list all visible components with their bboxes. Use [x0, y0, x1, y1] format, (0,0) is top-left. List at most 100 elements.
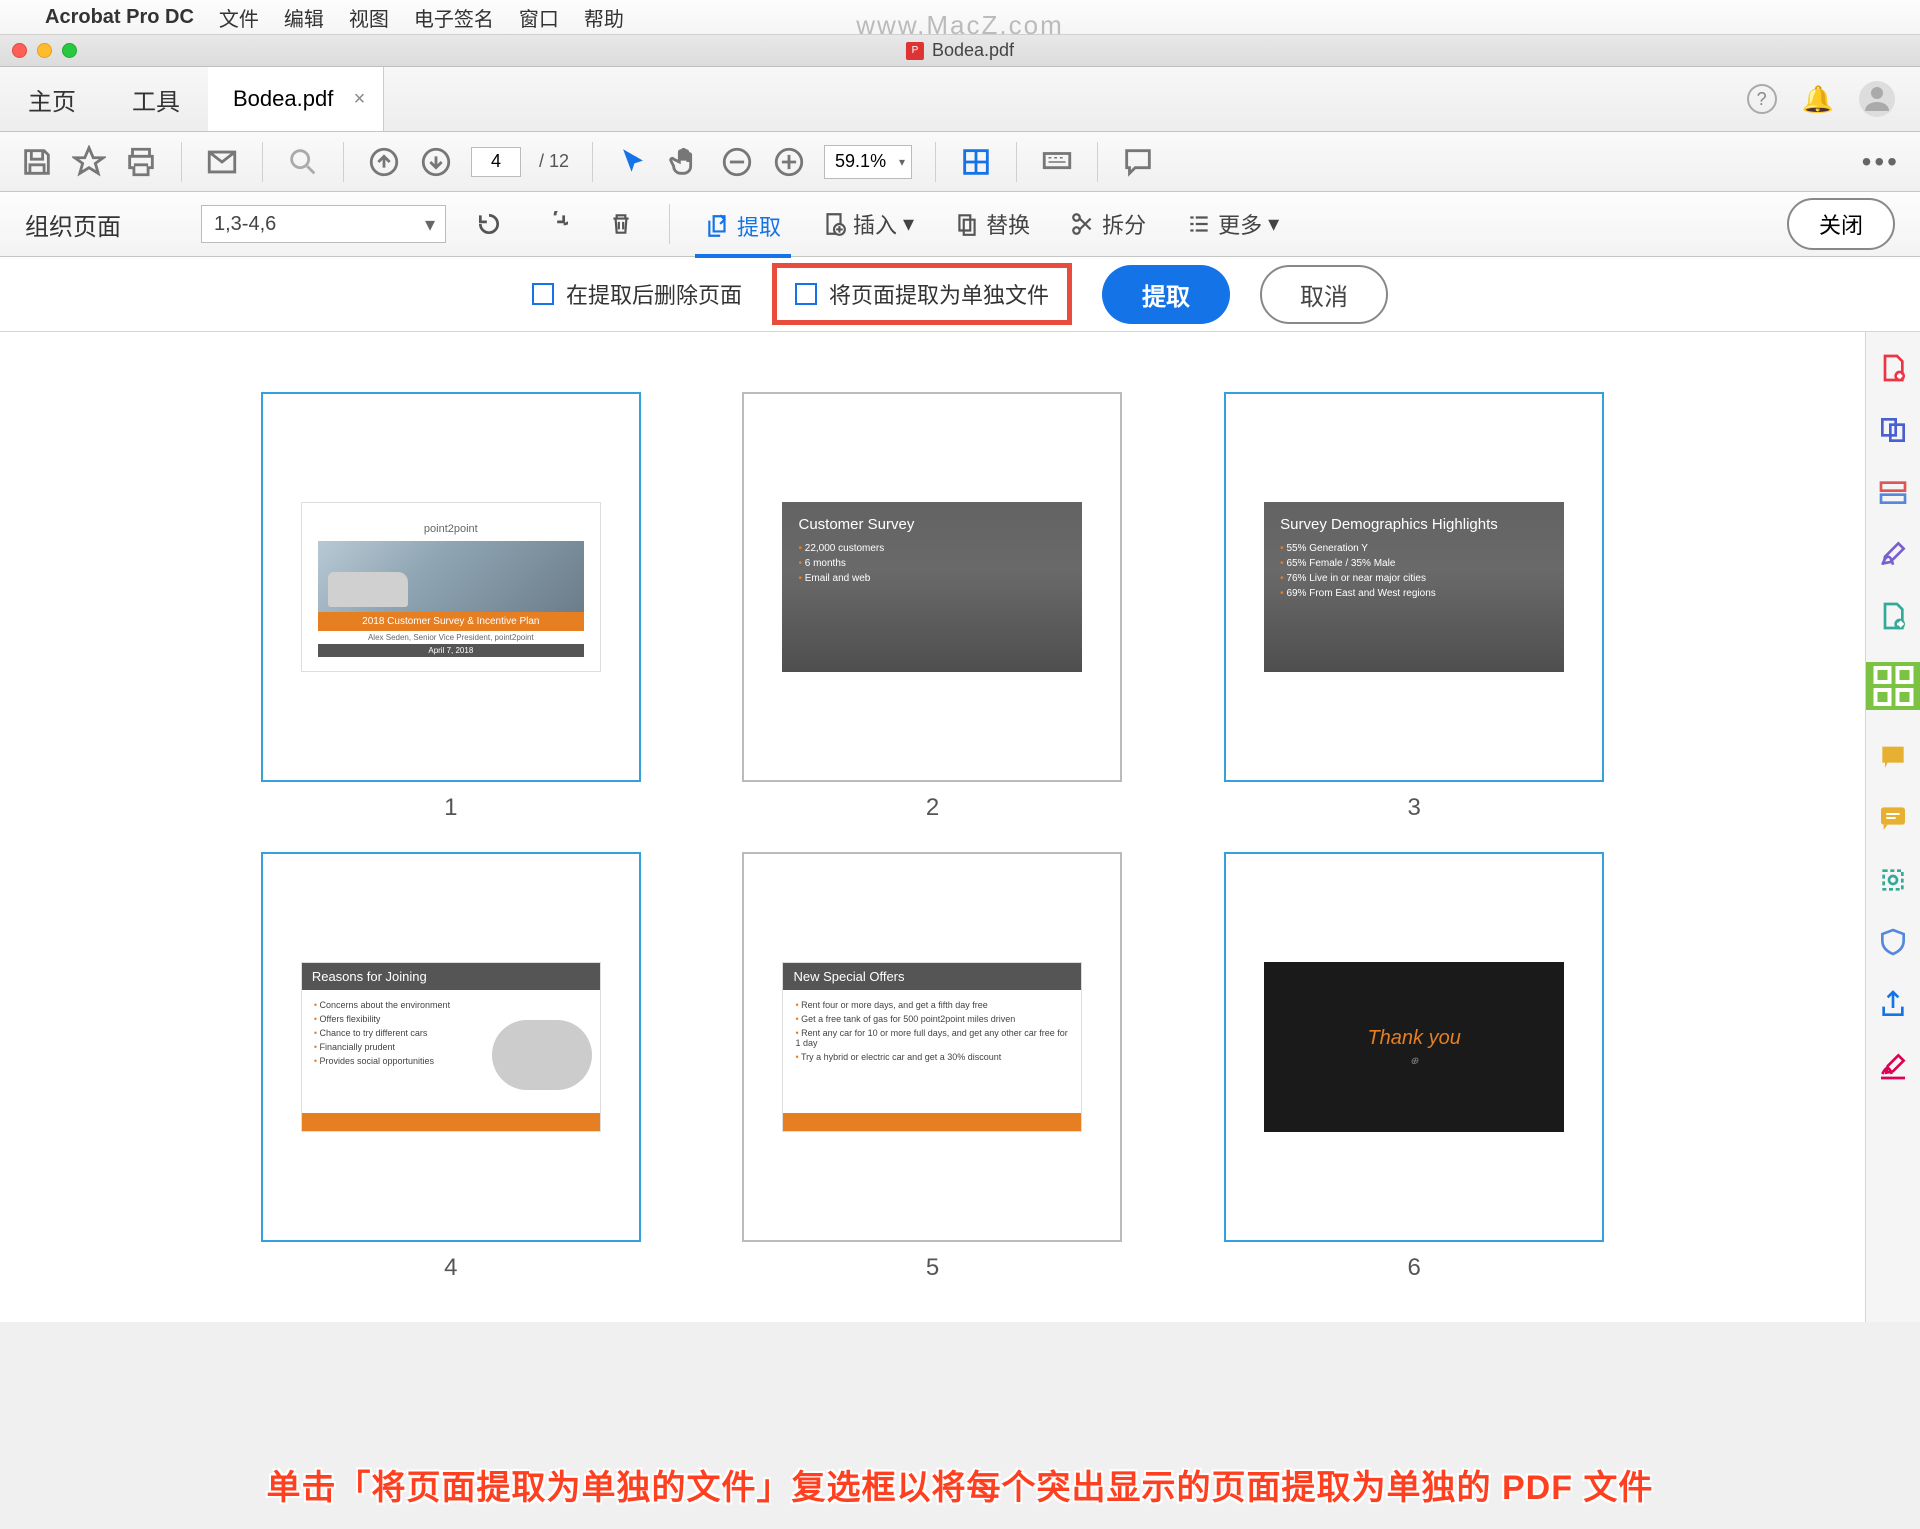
replace-button[interactable]: 替换: [944, 202, 1040, 246]
page-total: / 12: [539, 151, 569, 172]
comment-icon[interactable]: [1121, 145, 1155, 179]
page-number-input[interactable]: [471, 147, 521, 177]
rotate-right-button[interactable]: [532, 205, 578, 243]
tab-home[interactable]: 主页: [0, 67, 104, 131]
extract-separate-checkbox[interactable]: 将页面提取为单独文件: [772, 263, 1072, 325]
maximize-window-icon[interactable]: [62, 43, 77, 58]
tab-row: 主页 工具 Bodea.pdf × ? 🔔: [0, 67, 1920, 132]
bullet: Rent four or more days, and get a fifth …: [795, 998, 1069, 1012]
print-icon[interactable]: [124, 145, 158, 179]
fit-icon[interactable]: [959, 145, 993, 179]
star-icon[interactable]: [72, 145, 106, 179]
bullet: 69% From East and West regions: [1280, 586, 1548, 601]
zoom-in-icon[interactable]: [772, 145, 806, 179]
scan-icon[interactable]: [1877, 864, 1909, 896]
titlebar: P Bodea.pdf: [0, 35, 1920, 67]
extract-separate-label: 将页面提取为单独文件: [829, 278, 1049, 310]
extract-confirm-button[interactable]: 提取: [1102, 265, 1230, 324]
bullet: 55% Generation Y: [1280, 541, 1548, 556]
menu-help[interactable]: 帮助: [584, 3, 624, 32]
zoom-select[interactable]: 59.1%: [824, 145, 912, 179]
tab-tools[interactable]: 工具: [104, 67, 208, 131]
bullet: Get a free tank of gas for 500 point2poi…: [795, 1012, 1069, 1026]
replace-icon: [954, 211, 980, 237]
edit-pdf-icon[interactable]: [1877, 476, 1909, 508]
send-comments-icon[interactable]: [1877, 740, 1909, 772]
mail-icon[interactable]: [205, 145, 239, 179]
hand-icon[interactable]: [668, 145, 702, 179]
organize-title: 组织页面: [25, 207, 121, 242]
close-tab-icon[interactable]: ×: [354, 88, 366, 111]
close-panel-button[interactable]: 关闭: [1787, 198, 1895, 250]
close-window-icon[interactable]: [12, 43, 27, 58]
comment-tool-icon[interactable]: [1877, 802, 1909, 834]
slide-date: April 7, 2018: [318, 644, 584, 657]
keyboard-icon[interactable]: [1040, 145, 1074, 179]
fill-sign-icon[interactable]: [1877, 1050, 1909, 1082]
create-pdf-icon[interactable]: [1877, 352, 1909, 384]
bullet: 65% Female / 35% Male: [1280, 556, 1548, 571]
pdf-badge-icon: P: [906, 42, 924, 60]
search-icon[interactable]: [286, 145, 320, 179]
app-name[interactable]: Acrobat Pro DC: [45, 6, 194, 29]
delete-button[interactable]: [598, 205, 644, 243]
more-button[interactable]: 更多 ▾: [1176, 202, 1289, 246]
extract-button[interactable]: 提取: [695, 204, 791, 258]
page-thumbnail[interactable]: Survey Demographics Highlights 55% Gener…: [1203, 392, 1625, 822]
split-icon: [1070, 211, 1096, 237]
checkbox-icon: [532, 283, 554, 305]
split-button[interactable]: 拆分: [1060, 202, 1156, 246]
page-thumbnail[interactable]: New Special Offers Rent four or more day…: [722, 852, 1144, 1282]
page-thumbnail[interactable]: point2point 2018 Customer Survey & Incen…: [240, 392, 662, 822]
thumbnails-grid[interactable]: point2point 2018 Customer Survey & Incen…: [0, 332, 1865, 1322]
page-thumbnail[interactable]: Reasons for Joining Concerns about the e…: [240, 852, 662, 1282]
minimize-window-icon[interactable]: [37, 43, 52, 58]
slide-title: Thank you: [1367, 1027, 1460, 1050]
page-range-select[interactable]: 1,3-4,6: [201, 205, 446, 243]
combine-icon[interactable]: [1877, 414, 1909, 446]
bullet: Rent any car for 10 or more full days, a…: [795, 1026, 1069, 1050]
export-icon[interactable]: [1877, 600, 1909, 632]
bullet: Email and web: [798, 571, 1066, 586]
cancel-button[interactable]: 取消: [1260, 265, 1388, 324]
more-icon[interactable]: •••: [1862, 146, 1900, 178]
page-number: 6: [1407, 1254, 1420, 1282]
chevron-down-icon: ▾: [903, 211, 914, 237]
menu-edit[interactable]: 编辑: [284, 3, 324, 32]
page-number: 4: [444, 1254, 457, 1282]
zoom-out-icon[interactable]: [720, 145, 754, 179]
slide-title: New Special Offers: [783, 963, 1081, 990]
page-thumbnail[interactable]: Customer Survey 22,000 customers 6 month…: [722, 392, 1144, 822]
window-controls: [12, 43, 77, 58]
avatar[interactable]: [1859, 81, 1895, 117]
sign-icon[interactable]: [1877, 538, 1909, 570]
prev-page-icon[interactable]: [367, 145, 401, 179]
organize-toolbar: 组织页面 1,3-4,6 提取 插入 ▾ 替换 拆分 更多 ▾ 关闭: [0, 192, 1920, 257]
next-page-icon[interactable]: [419, 145, 453, 179]
rotate-left-button[interactable]: [466, 205, 512, 243]
organize-icon[interactable]: [1866, 662, 1920, 710]
help-icon[interactable]: ?: [1747, 84, 1777, 114]
delete-after-checkbox[interactable]: 在提取后删除页面: [532, 278, 742, 310]
page-number: 1: [444, 794, 457, 822]
right-tool-rail: [1865, 332, 1920, 1322]
page-thumbnail[interactable]: Thank you ⊕ 6: [1203, 852, 1625, 1282]
checkbox-icon: [795, 283, 817, 305]
bullet: Try a hybrid or electric car and get a 3…: [795, 1050, 1069, 1064]
page-number: 5: [926, 1254, 939, 1282]
tab-active-document[interactable]: Bodea.pdf ×: [208, 67, 384, 131]
mac-menubar: Acrobat Pro DC 文件 编辑 视图 电子签名 窗口 帮助: [0, 0, 1920, 35]
bell-icon[interactable]: 🔔: [1802, 84, 1834, 115]
menu-esign[interactable]: 电子签名: [414, 3, 494, 32]
bullet: Concerns about the environment: [314, 998, 588, 1012]
insert-button[interactable]: 插入 ▾: [811, 202, 924, 246]
menu-window[interactable]: 窗口: [519, 3, 559, 32]
pointer-icon[interactable]: [616, 145, 650, 179]
menu-file[interactable]: 文件: [219, 3, 259, 32]
protect-icon[interactable]: [1877, 926, 1909, 958]
share-icon[interactable]: [1877, 988, 1909, 1020]
slide-logo: point2point: [318, 517, 584, 541]
menu-view[interactable]: 视图: [349, 3, 389, 32]
save-icon[interactable]: [20, 145, 54, 179]
chevron-down-icon: ▾: [1268, 211, 1279, 237]
